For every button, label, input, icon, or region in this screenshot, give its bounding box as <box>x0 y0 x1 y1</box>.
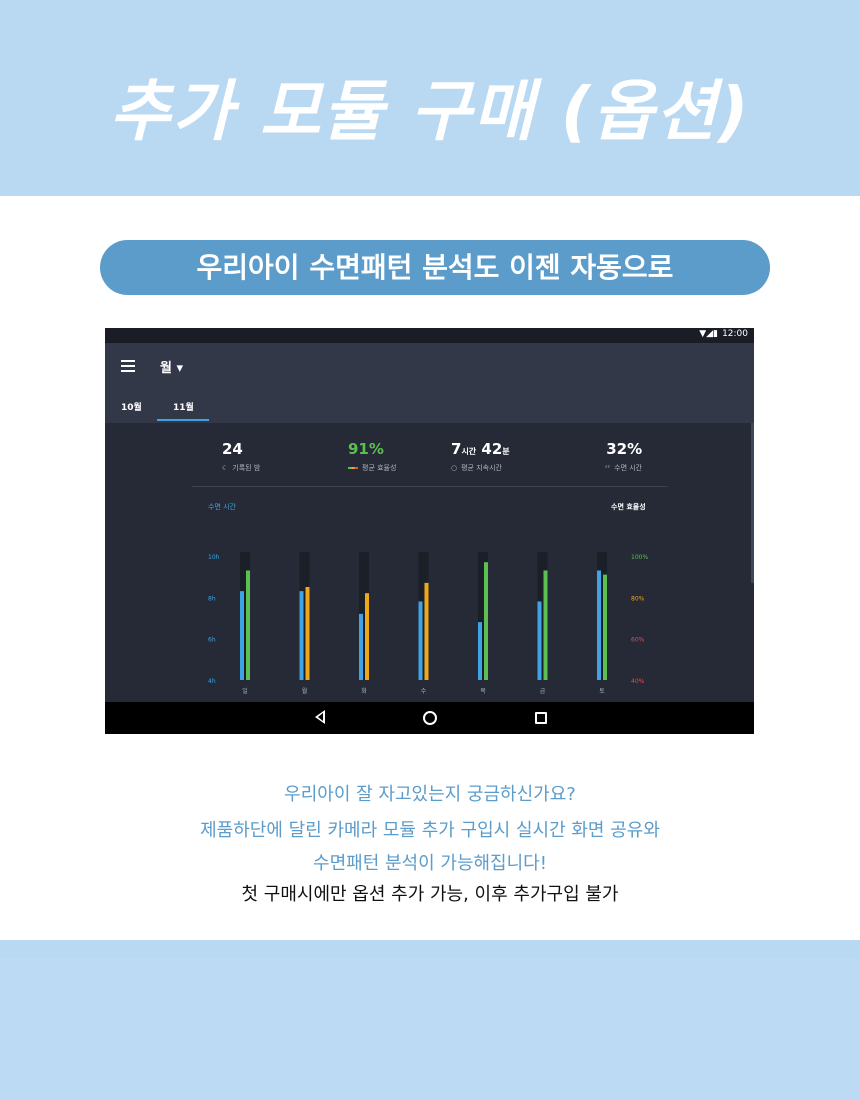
home-icon[interactable] <box>423 711 437 725</box>
efficiency-bar <box>365 593 369 680</box>
efficiency-bar <box>484 562 488 680</box>
sleep-time-bar <box>478 622 482 680</box>
x-axis-tick: 화 <box>361 688 367 695</box>
sleep-time-bar <box>240 591 244 680</box>
efficiency-bar <box>305 587 310 680</box>
left-axis-tick: 10h <box>208 554 220 561</box>
right-axis-tick: 40% <box>631 678 645 685</box>
description-line-2: 제품하단에 달린 카메라 모듈 추가 구입시 실시간 화면 공유와 <box>200 820 660 841</box>
left-axis-tick: 8h <box>208 595 216 602</box>
right-axis-tick: 80% <box>631 595 645 602</box>
x-axis-tick: 목 <box>480 688 486 695</box>
sleep-time-bar <box>537 601 542 680</box>
efficiency-bar <box>603 574 607 680</box>
x-axis-tick: 수 <box>421 688 427 695</box>
back-icon[interactable] <box>315 710 325 724</box>
page-title: 추가 모듈 구매 (옵션) <box>109 73 751 150</box>
sleep-time-bar <box>359 613 363 680</box>
description-line-3: 수면패턴 분석이 가능해집니다! <box>313 853 547 874</box>
right-axis-tick: 100% <box>631 554 648 561</box>
sleep-time-bar <box>418 601 423 680</box>
tablet-screenshot: ▼◢▮ 12:00 월 ▾ 10월 11월 24 ☾ 기록된 밤 91% 평균 효… <box>105 328 754 734</box>
x-axis-tick: 금 <box>540 688 546 695</box>
efficiency-bar <box>424 582 429 680</box>
footer-band-inner <box>0 958 860 1100</box>
description-line-1: 우리아이 잘 자고있는지 궁금하신가요? <box>284 784 576 805</box>
left-axis-tick: 6h <box>208 637 216 644</box>
android-nav-bar <box>105 702 754 734</box>
x-axis-tick: 토 <box>599 688 605 695</box>
recent-apps-icon[interactable] <box>535 712 547 724</box>
description-notice: 첫 구매시에만 옵션 추가 가능, 이후 추가구입 불가 <box>241 884 619 905</box>
left-axis-tick: 4h <box>208 678 216 685</box>
sleep-time-bar <box>299 591 304 680</box>
x-axis-tick: 월 <box>302 687 308 695</box>
right-axis-tick: 60% <box>631 637 645 644</box>
section-banner: 우리아이 수면패턴 분석도 이젠 자동으로 <box>100 240 770 295</box>
sleep-time-bar <box>597 570 601 680</box>
efficiency-bar <box>246 570 250 680</box>
x-axis-tick: 일 <box>242 687 248 695</box>
efficiency-bar <box>543 570 548 680</box>
sleep-chart: 10h 8h 6h 4h 100% 80% 60% 40% 일 월 화 수 목 금 토 <box>208 552 648 695</box>
